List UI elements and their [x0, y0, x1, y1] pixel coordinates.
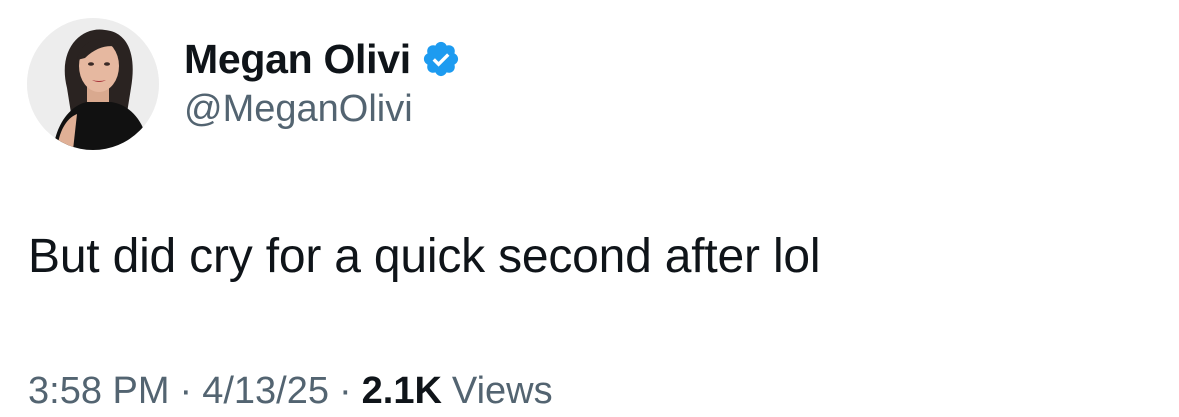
tweet-time[interactable]: 3:58 PM: [28, 370, 170, 413]
avatar[interactable]: [27, 18, 159, 150]
author-name-row[interactable]: Megan Olivi: [184, 34, 461, 84]
author-handle[interactable]: @MeganOlivi: [184, 88, 413, 131]
author-display-name[interactable]: Megan Olivi: [184, 36, 411, 83]
views-count[interactable]: 2.1K: [362, 370, 442, 413]
tweet-date[interactable]: 4/13/25: [202, 370, 329, 413]
tweet-text: But did cry for a quick second after lol: [28, 230, 821, 283]
meta-separator: ·: [338, 370, 352, 412]
tweet-meta: 3:58 PM · 4/13/25 · 2.1K Views: [28, 370, 553, 413]
profile-photo: [27, 18, 159, 150]
verified-badge-icon[interactable]: [421, 39, 461, 79]
views-label[interactable]: Views: [452, 370, 553, 413]
meta-separator: ·: [179, 370, 193, 412]
